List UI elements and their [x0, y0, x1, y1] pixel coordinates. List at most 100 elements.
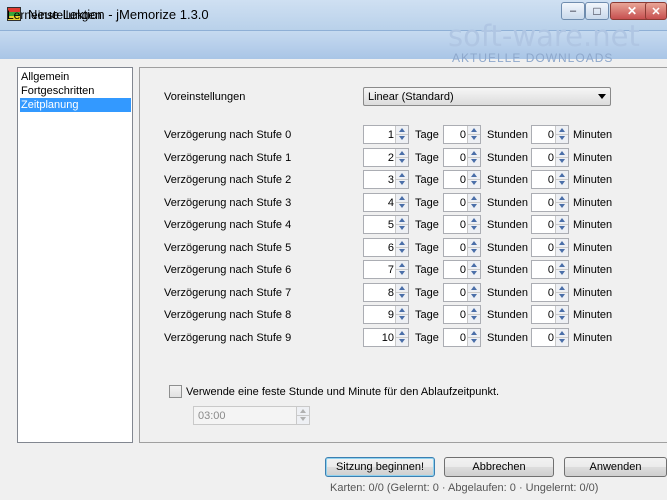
hours-spinner[interactable]: 0	[443, 260, 481, 279]
minutes-spinner[interactable]: 0	[531, 193, 569, 212]
minimize-button[interactable]: –	[561, 2, 585, 20]
spin-down-button[interactable]	[396, 314, 408, 322]
hours-spinner[interactable]: 0	[443, 215, 481, 234]
days-spinner[interactable]: 7	[363, 260, 409, 279]
spin-down-button[interactable]	[396, 292, 408, 300]
spin-down-button[interactable]	[396, 224, 408, 232]
spin-down-button[interactable]	[396, 269, 408, 277]
minutes-spinner[interactable]: 0	[531, 328, 569, 347]
minutes-spinner[interactable]: 0	[531, 148, 569, 167]
apply-button[interactable]: Anwenden	[564, 457, 667, 477]
spin-down-button[interactable]	[556, 224, 568, 232]
spin-down-button[interactable]	[468, 269, 480, 277]
hours-spinner[interactable]: 0	[443, 238, 481, 257]
spin-down-button[interactable]	[556, 337, 568, 345]
spin-down-button[interactable]	[556, 202, 568, 210]
arrow-down-icon	[471, 249, 477, 253]
fixed-time-spinner[interactable]: 03:00	[193, 406, 310, 425]
stage-label: Verzögerung nach Stufe 1	[164, 152, 292, 164]
spin-down-button[interactable]	[556, 179, 568, 187]
spin-down-button[interactable]	[468, 314, 480, 322]
minutes-spinner[interactable]: 0	[531, 170, 569, 189]
minutes-spinner-value: 0	[547, 174, 554, 186]
hours-spinner-value: 0	[459, 309, 466, 321]
days-spinner[interactable]: 9	[363, 305, 409, 324]
hours-unit-label: Stunden	[487, 219, 528, 231]
minutes-spinner[interactable]: 0	[531, 125, 569, 144]
spin-down-button[interactable]	[556, 247, 568, 255]
arrow-down-icon	[399, 316, 405, 320]
minutes-spinner[interactable]: 0	[531, 215, 569, 234]
spin-down-button[interactable]	[396, 134, 408, 142]
days-spinner[interactable]: 6	[363, 238, 409, 257]
spin-down-button[interactable]	[468, 292, 480, 300]
days-spinner[interactable]: 1	[363, 125, 409, 144]
minutes-unit-label: Minuten	[573, 242, 613, 254]
days-spinner[interactable]: 4	[363, 193, 409, 212]
arrow-up-icon	[471, 128, 477, 132]
minutes-spinner[interactable]: 0	[531, 305, 569, 324]
minutes-spinner[interactable]: 0	[531, 260, 569, 279]
cancel-button[interactable]: Abbrechen	[444, 457, 554, 477]
days-spinner[interactable]: 8	[363, 283, 409, 302]
arrow-down-icon	[399, 249, 405, 253]
spin-down-button[interactable]	[396, 179, 408, 187]
hours-spinner[interactable]: 0	[443, 328, 481, 347]
spin-down-button[interactable]	[556, 292, 568, 300]
spin-down-button[interactable]	[297, 415, 309, 423]
spin-down-button[interactable]	[468, 247, 480, 255]
spinner-buttons	[467, 239, 480, 256]
spin-down-button[interactable]	[556, 157, 568, 165]
hours-spinner[interactable]: 0	[443, 148, 481, 167]
preset-dropdown[interactable]: Linear (Standard)	[363, 87, 611, 106]
arrow-up-icon	[559, 241, 565, 245]
hours-spinner-value: 0	[459, 219, 466, 231]
spin-down-button[interactable]	[556, 269, 568, 277]
stage-label: Verzögerung nach Stufe 9	[164, 332, 292, 344]
maximize-button[interactable]: □	[585, 2, 609, 20]
minutes-unit-label: Minuten	[573, 332, 613, 344]
arrow-down-icon	[559, 316, 565, 320]
hours-spinner[interactable]: 0	[443, 283, 481, 302]
nav-item-allgemein[interactable]: Allgemein	[20, 70, 131, 84]
spin-down-button[interactable]	[468, 224, 480, 232]
days-spinner[interactable]: 5	[363, 215, 409, 234]
arrow-down-icon	[559, 159, 565, 163]
hours-spinner[interactable]: 0	[443, 170, 481, 189]
hours-spinner[interactable]: 0	[443, 305, 481, 324]
spin-down-button[interactable]	[396, 202, 408, 210]
days-spinner[interactable]: 10	[363, 328, 409, 347]
spin-down-button[interactable]	[556, 314, 568, 322]
spin-down-button[interactable]	[468, 179, 480, 187]
days-spinner[interactable]: 3	[363, 170, 409, 189]
spin-down-button[interactable]	[468, 202, 480, 210]
minutes-spinner[interactable]: 0	[531, 238, 569, 257]
arrow-up-icon	[399, 151, 405, 155]
spin-down-button[interactable]	[468, 337, 480, 345]
minutes-unit-label: Minuten	[573, 152, 613, 164]
dialog-close-button[interactable]: ✕	[645, 2, 667, 20]
spin-down-button[interactable]	[396, 247, 408, 255]
arrow-down-icon	[471, 294, 477, 298]
arrow-up-icon	[559, 128, 565, 132]
minutes-spinner-value: 0	[547, 242, 554, 254]
nav-item-zeitplanung[interactable]: Zeitplanung	[20, 98, 131, 112]
spin-down-button[interactable]	[468, 134, 480, 142]
arrow-up-icon	[399, 128, 405, 132]
days-spinner[interactable]: 2	[363, 148, 409, 167]
hours-spinner[interactable]: 0	[443, 193, 481, 212]
nav-item-fortgeschritten[interactable]: Fortgeschritten	[20, 84, 131, 98]
spin-down-button[interactable]	[468, 157, 480, 165]
spin-down-button[interactable]	[396, 157, 408, 165]
fixed-time-checkbox[interactable]	[169, 385, 182, 398]
hours-unit-label: Stunden	[487, 152, 528, 164]
hours-spinner[interactable]: 0	[443, 125, 481, 144]
arrow-down-icon	[471, 136, 477, 140]
days-spinner-value: 10	[381, 332, 394, 344]
close-icon: ✕	[626, 4, 638, 18]
minutes-spinner[interactable]: 0	[531, 283, 569, 302]
spin-down-button[interactable]	[396, 337, 408, 345]
spin-down-button[interactable]	[556, 134, 568, 142]
start-session-button[interactable]: Sitzung beginnen!	[325, 457, 435, 477]
watermark-subtitle: AKTUELLE DOWNLOADS	[452, 51, 614, 65]
